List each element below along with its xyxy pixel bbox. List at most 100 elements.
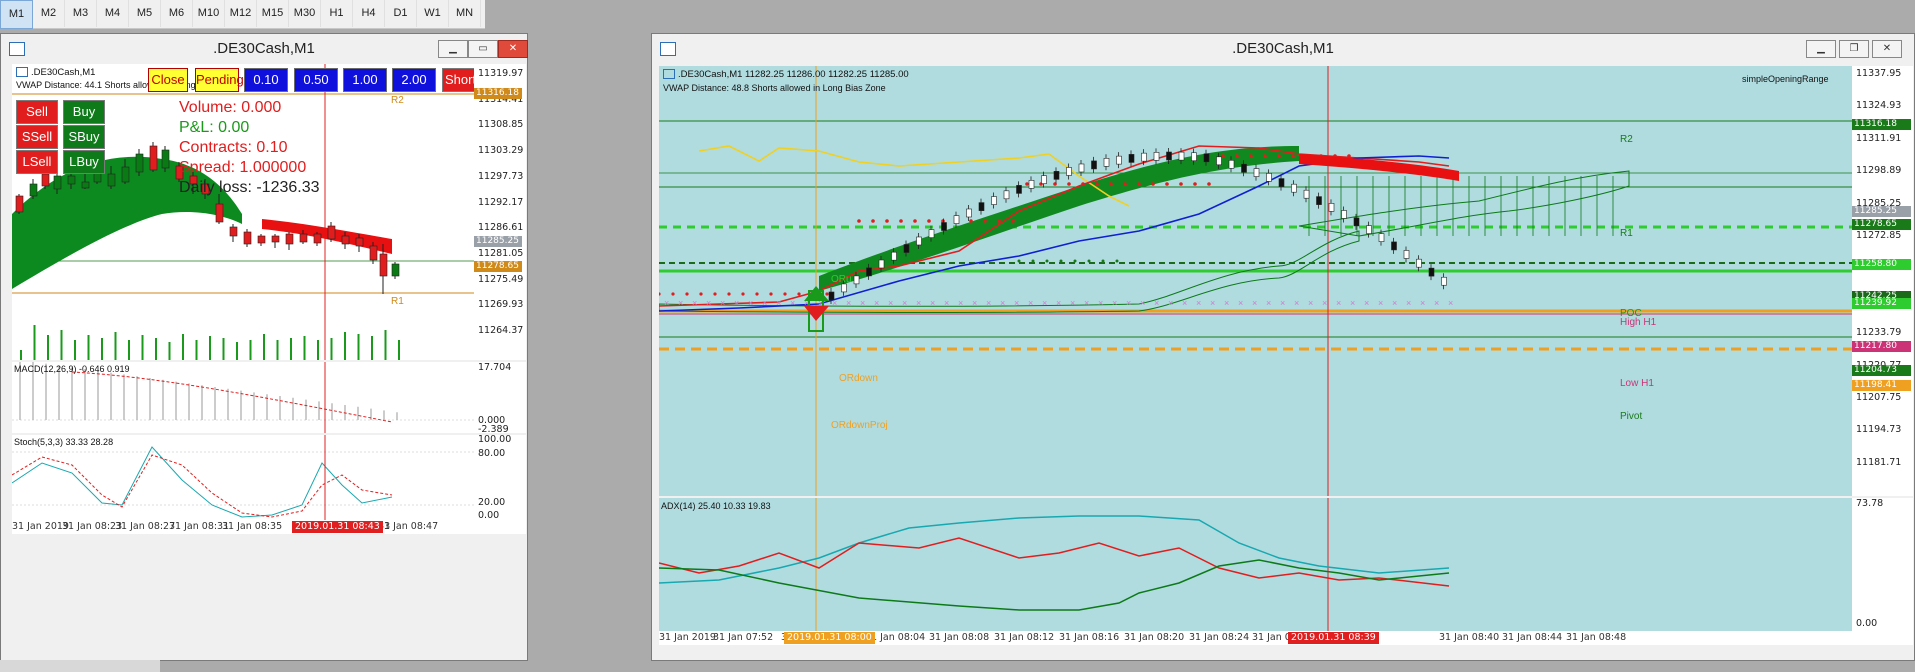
volume-text: Volume: 0.000 xyxy=(179,99,282,116)
lbuy-button[interactable]: LBuy xyxy=(63,150,105,174)
pending-button[interactable]: Pending xyxy=(195,68,244,92)
price-scale-tick: 11281.05 xyxy=(478,247,524,259)
time-axis-label: 31 Jan 08:48 xyxy=(1566,632,1627,643)
sell-button[interactable]: Sell xyxy=(16,100,58,124)
lot-010-button[interactable]: 0.10 xyxy=(244,68,288,92)
candle-body xyxy=(1153,152,1160,161)
candle-body xyxy=(1266,173,1272,182)
candle-body xyxy=(1228,159,1235,169)
psar-dot xyxy=(741,292,745,296)
price-scale-left[interactable]: 11319.97 11314.41 11308.85 11303.29 11297.73… xyxy=(474,64,526,360)
cross-marker: × xyxy=(1294,298,1299,308)
macd-signal-line xyxy=(71,371,393,423)
timeframe-m12-button[interactable]: M12 xyxy=(225,0,257,27)
timeframe-d1-button[interactable]: D1 xyxy=(385,0,417,27)
cross-marker: × xyxy=(874,298,879,308)
candle-body xyxy=(1078,163,1085,173)
lsell-button[interactable]: LSell xyxy=(16,150,58,174)
cross-marker: × xyxy=(720,298,725,308)
timeframe-m30-button[interactable]: M30 xyxy=(289,0,321,27)
volume-bar xyxy=(290,338,292,360)
adx-pane[interactable]: ADX(14) 25.40 10.33 19.83 xyxy=(659,498,1852,631)
lot-050-button[interactable]: 0.50 xyxy=(294,68,338,92)
time-axis-label: 31 Jan 08:24 xyxy=(1189,632,1250,643)
psar-dot xyxy=(927,219,931,223)
short-button[interactable]: ShortD xyxy=(442,68,474,92)
candle-body xyxy=(866,267,872,277)
cross-marker: × xyxy=(1084,298,1089,308)
price-pane[interactable]: .DE30Cash,M1 VWAP Distance: 44.1 Shorts … xyxy=(12,64,474,360)
candle-body xyxy=(1416,258,1422,268)
window-titlebar[interactable]: .DE30Cash,M1 ▁ ▭ ✕ xyxy=(1,34,528,62)
volume-bar xyxy=(101,338,103,360)
minimize-button[interactable]: ▁ xyxy=(438,40,468,58)
timeframe-m1-button[interactable]: M1 xyxy=(0,0,33,29)
candle-body xyxy=(1091,160,1097,170)
candle-body xyxy=(891,251,897,261)
cross-marker: × xyxy=(1280,298,1285,308)
timeframe-m10-button[interactable]: M10 xyxy=(193,0,225,27)
chart-icon xyxy=(663,69,675,80)
candle-body xyxy=(341,235,350,245)
candle-body xyxy=(243,231,252,245)
time-highlight-label: 2019.01.31 08:43 xyxy=(292,521,383,533)
macd-pane[interactable]: MACD(12,26,9) -0.646 0.919 xyxy=(12,362,474,433)
psar-dot xyxy=(769,292,773,296)
minimize-button[interactable]: ▁ xyxy=(1806,40,1836,58)
buy-button[interactable]: Buy xyxy=(63,100,105,124)
timeframe-m15-button[interactable]: M15 xyxy=(257,0,289,27)
time-axis-label: 31 Jan 07:52 xyxy=(713,632,774,643)
timeframe-h4-button[interactable]: H4 xyxy=(353,0,385,27)
ssell-button[interactable]: SSell xyxy=(16,125,58,149)
timeframe-w1-button[interactable]: W1 xyxy=(417,0,449,27)
psar-dot xyxy=(755,292,759,296)
price-scale-tick: 11264.37 xyxy=(478,325,524,336)
restore-button[interactable]: ❐ xyxy=(1839,40,1869,58)
daily-loss-text: Daily loss: -1236.33 xyxy=(179,179,320,196)
window-titlebar-right[interactable]: .DE30Cash,M1 ▁ ❐ ✕ xyxy=(652,34,1914,62)
stochastic-pane[interactable]: Stoch(5,3,3) 33.33 28.28 xyxy=(12,435,474,520)
volume-bar xyxy=(128,340,130,360)
stoch-main-line xyxy=(12,446,393,518)
psar-dot xyxy=(1235,154,1239,158)
timeframe-m5-button[interactable]: M5 xyxy=(129,0,161,27)
price-pane-right[interactable]: × × × × × × × × × × × × × × × × × × × × × × × × × × × × × × × × × × × × × × × ×… xyxy=(659,66,1852,496)
time-axis-label: 31 Jan 08:12 xyxy=(994,632,1055,643)
timeframe-m3-button[interactable]: M3 xyxy=(65,0,97,27)
close-window-button[interactable]: ✕ xyxy=(498,40,528,58)
chart-window-left: .DE30Cash,M1 ▁ ▭ ✕ .DE30Cash,M1 VWAP Dis… xyxy=(0,33,528,661)
candle-body xyxy=(853,275,860,285)
timeframe-m2-button[interactable]: M2 xyxy=(33,0,65,27)
sbuy-button[interactable]: SBuy xyxy=(63,125,105,149)
maximize-button[interactable]: ▭ xyxy=(468,40,498,58)
candle-body xyxy=(1203,153,1210,163)
volume-bar xyxy=(222,338,225,360)
lot-200-button[interactable]: 2.00 xyxy=(392,68,436,92)
adx-scale: 73.78 0.00 xyxy=(1852,498,1913,631)
psar-dot xyxy=(871,219,875,223)
lot-100-button[interactable]: 1.00 xyxy=(343,68,387,92)
time-axis-right: 31 Jan 201931 Jan 07:5231 Jan 08:0031 Ja… xyxy=(659,631,1913,645)
timeframe-toolbar: M1 M2 M3 M4 M5 M6 M10 M12 M15 M30 H1 H4 D1 W1 MN xyxy=(0,0,485,29)
cross-marker: × xyxy=(1042,298,1047,308)
candle-body xyxy=(966,208,972,218)
price-scale-tick: 11272.85 xyxy=(1856,230,1902,241)
psar-dot xyxy=(1151,182,1155,186)
timeframe-m6-button[interactable]: M6 xyxy=(161,0,193,27)
candle-body xyxy=(285,233,294,245)
price-scale-right[interactable]: 11337.95 11324.93 11311.91 11298.89 11285.25… xyxy=(1852,66,1913,496)
timeframe-m4-button[interactable]: M4 xyxy=(97,0,129,27)
price-scale-tick: 11298.89 xyxy=(1856,165,1902,177)
cross-marker: × xyxy=(692,298,697,308)
candle-body xyxy=(1378,233,1385,242)
timeframe-h1-button[interactable]: H1 xyxy=(321,0,353,27)
volume-bar xyxy=(384,330,387,360)
time-axis-label: 31 Jan 2019 xyxy=(659,632,716,643)
candle-body xyxy=(1428,267,1435,277)
close-button[interactable]: Close xyxy=(148,68,188,92)
timeframe-mn-button[interactable]: MN xyxy=(449,0,481,27)
candle-body xyxy=(878,259,885,269)
close-window-button[interactable]: ✕ xyxy=(1872,40,1902,58)
stoch-label: Stoch(5,3,3) 33.33 28.28 xyxy=(14,437,114,447)
psar-dot xyxy=(1081,182,1085,186)
